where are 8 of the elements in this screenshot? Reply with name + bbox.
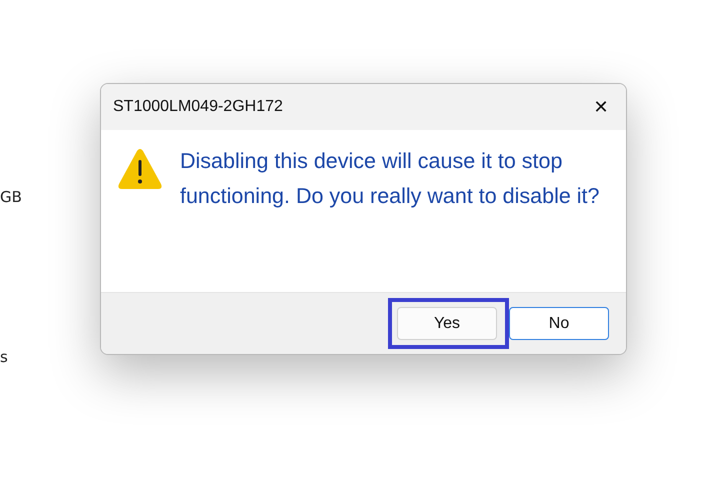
close-button[interactable]: ✕	[586, 92, 616, 122]
dialog-title: ST1000LM049-2GH172	[113, 98, 284, 116]
warning-icon	[118, 148, 162, 190]
background-text: s	[0, 347, 9, 367]
dialog-button[interactable]: Yes	[397, 307, 497, 340]
dialog-button[interactable]: No	[509, 307, 609, 340]
warning-message: Disabling this device will cause it to stop functioning. Do you really want to disable it?	[180, 148, 600, 210]
background-text: GB	[0, 187, 23, 207]
